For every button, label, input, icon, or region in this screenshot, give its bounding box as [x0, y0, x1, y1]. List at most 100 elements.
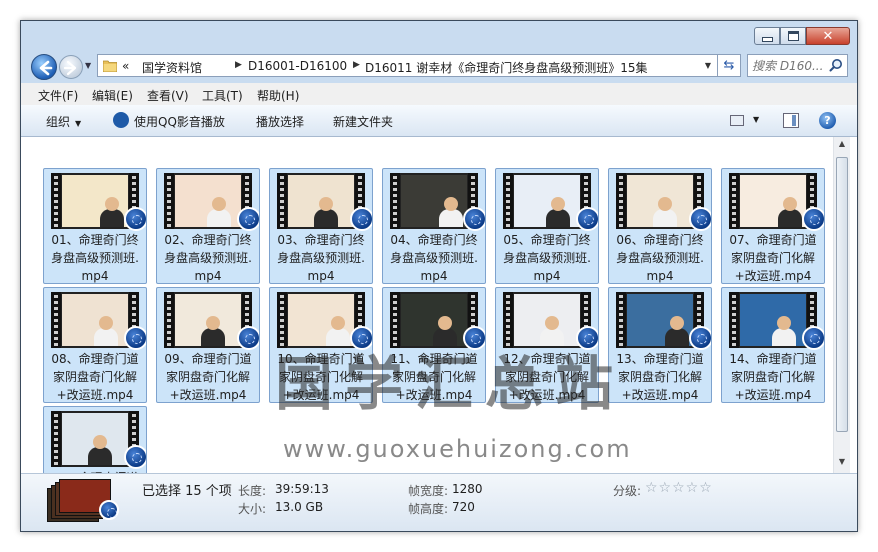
- video-frame: [627, 175, 693, 227]
- rating-stars[interactable]: ☆☆☆☆☆: [645, 480, 713, 496]
- frame-height-value: 720: [452, 500, 475, 514]
- back-button[interactable]: [31, 54, 57, 80]
- presenter-figure: [207, 209, 231, 227]
- presenter-figure: [433, 328, 457, 346]
- file-item[interactable]: 12、命理奇门道家阴盘奇门化解+改运班.mp4: [495, 287, 599, 403]
- breadcrumb-overflow[interactable]: «: [122, 59, 129, 73]
- forward-button[interactable]: [59, 55, 83, 79]
- refresh-button[interactable]: ⇆: [718, 54, 741, 77]
- film-strip: [503, 292, 513, 348]
- video-frame: [62, 294, 128, 346]
- menu-file[interactable]: 文件(F): [38, 87, 78, 104]
- minimize-icon: [761, 36, 773, 42]
- new-folder-button[interactable]: 新建文件夹: [333, 113, 393, 130]
- arrow-right-icon: [63, 60, 77, 76]
- presenter-figure: [88, 447, 112, 465]
- file-item[interactable]: 06、命理奇门终身盘高级预测班.mp4: [608, 168, 712, 284]
- film-strip: [164, 173, 174, 229]
- file-item[interactable]: 13、命理奇门道家阴盘奇门化解+改运班.mp4: [608, 287, 712, 403]
- menu-tools[interactable]: 工具(T): [202, 87, 243, 104]
- size-label: 大小:: [238, 502, 267, 516]
- presenter-figure: [546, 209, 570, 227]
- scroll-up-icon[interactable]: ▲: [836, 139, 848, 153]
- frame-width-label: 帧宽度:: [408, 484, 449, 498]
- file-item[interactable]: 02、命理奇门终身盘高级预测班.mp4: [156, 168, 260, 284]
- film-strip: [51, 292, 61, 348]
- help-icon[interactable]: ?: [819, 112, 836, 129]
- presenter-head: [658, 197, 672, 211]
- organize-button[interactable]: 组织 ▼: [46, 113, 81, 130]
- scroll-down-icon[interactable]: ▼: [836, 457, 848, 471]
- file-name: 10、命理奇门道家阴盘奇门化解+改运班.mp4: [277, 352, 365, 402]
- qq-player-icon: [113, 112, 129, 128]
- menu-view[interactable]: 查看(V): [147, 87, 189, 104]
- search-icon[interactable]: [829, 58, 843, 72]
- vertical-scrollbar[interactable]: ▲ ▼: [833, 137, 850, 473]
- qq-player-icon: [576, 207, 598, 231]
- video-frame: [401, 175, 467, 227]
- address-bar[interactable]: « 国学资料馆 ▶ D16001-D16100 ▶ D16011 谢幸材《命理奇…: [97, 54, 718, 77]
- qq-player-icon: [463, 326, 485, 350]
- length-value: 39:59:13: [275, 482, 329, 496]
- file-item[interactable]: 05、命理奇门终身盘高级预测班.mp4: [495, 168, 599, 284]
- presenter-head: [212, 197, 226, 211]
- organize-label: 组织: [46, 115, 71, 129]
- presenter-head: [99, 316, 113, 330]
- qq-player-icon: [350, 326, 372, 350]
- film-strip: [503, 173, 513, 229]
- minimize-button[interactable]: [754, 27, 780, 45]
- breadcrumb-item[interactable]: 国学资料馆: [142, 59, 202, 76]
- breadcrumb-chevron-icon[interactable]: ▶: [235, 60, 242, 70]
- film-strip: [277, 173, 287, 229]
- menu-help[interactable]: 帮助(H): [257, 87, 299, 104]
- qq-player-icon: [124, 326, 146, 350]
- scroll-thumb[interactable]: [836, 157, 848, 432]
- menu-bar: 文件(F) 编辑(E) 查看(V) 工具(T) 帮助(H): [21, 83, 857, 105]
- address-dropdown-icon[interactable]: ▼: [705, 61, 711, 70]
- file-item[interactable]: 09、命理奇门道家阴盘奇门化解+改运班.mp4: [156, 287, 260, 403]
- file-name: 06、命理奇门终身盘高级预测班.mp4: [616, 233, 704, 283]
- size-value: 13.0 GB: [275, 500, 324, 514]
- menu-edit[interactable]: 编辑(E): [92, 87, 133, 104]
- file-item[interactable]: 14、命理奇门道家阴盘奇门化解+改运班.mp4: [721, 287, 825, 403]
- play-with-qq-button[interactable]: 使用QQ影音播放: [134, 113, 225, 130]
- video-frame: [514, 175, 580, 227]
- presenter-head: [105, 197, 119, 211]
- play-selection-button[interactable]: 播放选择: [256, 113, 304, 130]
- qq-player-icon: [689, 326, 711, 350]
- qq-player-icon: [576, 326, 598, 350]
- file-item[interactable]: 10、命理奇门道家阴盘奇门化解+改运班.mp4: [269, 287, 373, 403]
- view-options-icon[interactable]: [730, 115, 744, 126]
- maximize-button[interactable]: [780, 27, 806, 45]
- presenter-figure: [94, 328, 118, 346]
- recent-pages-dropdown[interactable]: ▼: [85, 61, 93, 70]
- file-item[interactable]: 11、命理奇门道家阴盘奇门化解+改运班.mp4: [382, 287, 486, 403]
- search-box[interactable]: [747, 54, 848, 77]
- video-frame: [627, 294, 693, 346]
- file-name: 12、命理奇门道家阴盘奇门化解+改运班.mp4: [503, 352, 591, 402]
- close-button[interactable]: ✕: [806, 27, 850, 45]
- presenter-figure: [540, 328, 564, 346]
- file-item[interactable]: 15、命理奇门道家阴盘奇门化解+改运班.mp4: [43, 406, 147, 473]
- length-label: 长度:: [238, 484, 267, 498]
- presenter-head: [206, 316, 220, 330]
- file-item[interactable]: 07、命理奇门道家阴盘奇门化解+改运班.mp4: [721, 168, 825, 284]
- chevron-down-icon[interactable]: ▼: [753, 115, 759, 124]
- file-item[interactable]: 01、命理奇门终身盘高级预测班.mp4: [43, 168, 147, 284]
- breadcrumb-chevron-icon[interactable]: ▶: [353, 60, 360, 70]
- chevron-down-icon: ▼: [75, 119, 82, 128]
- breadcrumb-item[interactable]: D16001-D16100: [248, 59, 347, 73]
- file-list: 01、命理奇门终身盘高级预测班.mp4 02、命理奇门终身盘高级预测班.mp4 03…: [21, 137, 857, 473]
- file-item[interactable]: 03、命理奇门终身盘高级预测班.mp4: [269, 168, 373, 284]
- file-item[interactable]: 04、命理奇门终身盘高级预测班.mp4: [382, 168, 486, 284]
- file-name: 05、命理奇门终身盘高级预测班.mp4: [503, 233, 591, 283]
- selection-thumbnail-stack: [47, 478, 119, 526]
- search-input[interactable]: [752, 57, 824, 74]
- qq-player-icon: [237, 207, 259, 231]
- video-frame: [740, 175, 806, 227]
- breadcrumb-item[interactable]: D16011 谢幸材《命理奇门终身盘高级预测班》15集: [365, 59, 648, 76]
- presenter-figure: [439, 209, 463, 227]
- preview-pane-icon[interactable]: [783, 113, 799, 128]
- frame-width-value: 1280: [452, 482, 483, 496]
- file-item[interactable]: 08、命理奇门道家阴盘奇门化解+改运班.mp4: [43, 287, 147, 403]
